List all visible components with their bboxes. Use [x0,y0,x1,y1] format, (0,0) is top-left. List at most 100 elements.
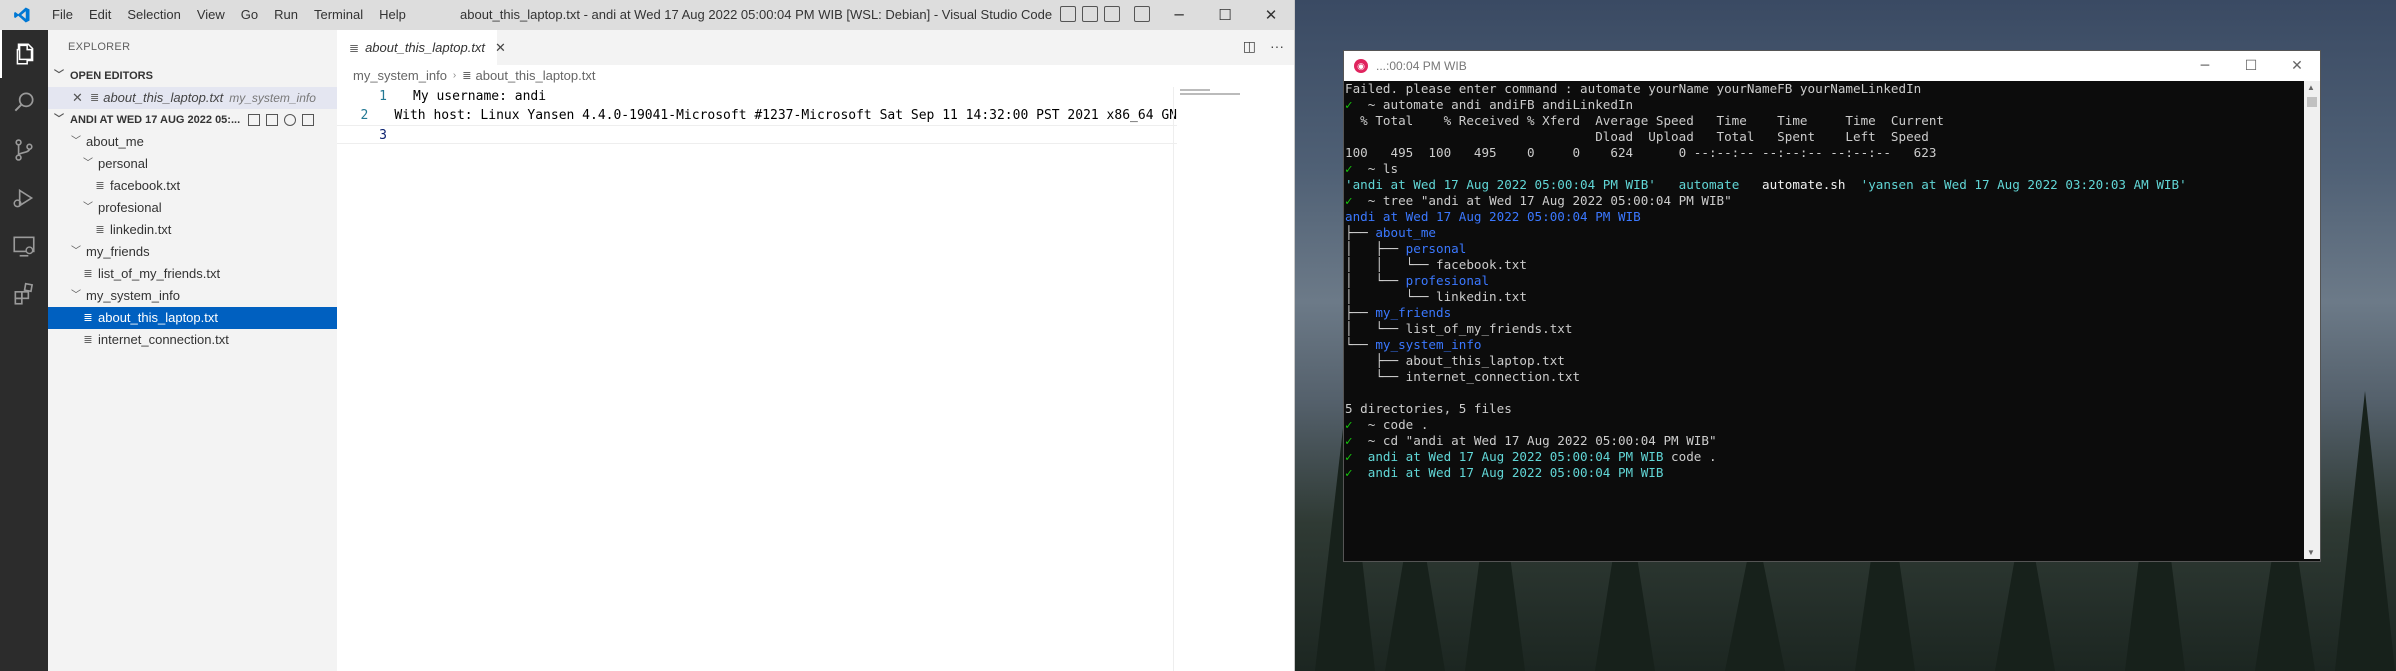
menu-run[interactable]: Run [266,0,306,30]
editor-area: ≣ about_this_laptop.txt ✕ ◫ ··· my_syste… [337,30,1294,671]
terminal-app-icon: ◉ [1354,59,1368,73]
terminal-text: Failed. please enter command : automate … [1345,81,1922,96]
window-controls: ─ ☐ ✕ [1156,0,1294,30]
customize-layout-icon[interactable] [1134,6,1150,22]
menu-file[interactable]: File [44,0,81,30]
extensions-icon[interactable] [0,270,48,318]
close-icon[interactable]: ✕ [72,87,90,109]
search-icon[interactable] [0,78,48,126]
maximize-icon[interactable]: ☐ [1202,0,1248,30]
scrollbar-thumb[interactable] [2307,97,2317,107]
menu-selection[interactable]: Selection [119,0,188,30]
editor-tab[interactable]: ≣ about_this_laptop.txt ✕ [337,30,506,65]
run-debug-icon[interactable] [0,174,48,222]
terminal-line: ├── about_me [1345,225,2305,241]
menu-edit[interactable]: Edit [81,0,119,30]
collapse-all-icon[interactable] [302,114,315,126]
menu-go[interactable]: Go [233,0,266,30]
code-line[interactable]: 1 My username: andi [337,87,1177,106]
line-number: 1 [379,89,387,104]
tree-file[interactable]: ≣ list_of_my_friends.txt [48,263,337,285]
toggle-secondary-sidebar-icon[interactable] [1104,6,1120,22]
terminal-line: ✓ ~ tree "andi at Wed 17 Aug 2022 05:00:… [1345,193,2305,209]
open-editor-desc: my_system_info [229,91,316,105]
terminal-output[interactable]: Failed. please enter command : automate … [1344,81,2305,559]
breadcrumb: my_system_info › ≣ about_this_laptop.txt [337,65,1294,87]
terminal-title: ...:00:04 PM WIB [1376,59,1467,73]
refresh-icon[interactable] [284,114,297,126]
code-editor[interactable]: 1 My username: andi 2 With host: Linux Yans… [337,87,1177,144]
folder-toolbar [248,114,315,126]
minimize-icon[interactable]: ─ [2182,51,2228,81]
menu-view[interactable]: View [189,0,233,30]
tree-file[interactable]: ≣ facebook.txt [48,175,337,197]
terminal-text: ~ cd "andi at Wed 17 Aug 2022 05:00:04 P… [1352,433,1717,448]
terminal-line: % Total % Received % Xferd Average Speed… [1345,113,2305,129]
open-editor-item[interactable]: ✕ ≣ about_this_laptop.txt my_system_info [48,87,337,109]
terminal-scrollbar[interactable]: ▲ ▼ [2304,81,2320,559]
more-actions-icon[interactable]: ··· [1270,38,1284,55]
tree-label: linkedin.txt [110,222,172,237]
scroll-down-icon[interactable]: ▼ [2307,548,2315,557]
terminal-line: │ └── list_of_my_friends.txt [1345,321,2305,337]
tree-folder[interactable]: ﹀ my_friends [48,241,337,263]
new-folder-icon[interactable] [266,114,279,126]
open-editors-section[interactable]: ﹀ OPEN EDITORS [48,65,337,87]
prompt-check-icon: ✓ [1345,465,1353,480]
tree-folder[interactable]: ﹀ about_me [48,131,337,153]
workspace-folder-section[interactable]: ﹀ ANDI AT WED 17 AUG 2022 05:... [48,109,337,131]
code-line[interactable]: 3 [337,125,1177,144]
terminal-line: └── my_system_info [1345,337,2305,353]
toggle-panel-icon[interactable] [1082,6,1098,22]
file-icon: ≣ [83,312,93,324]
tree-label: personal [98,156,148,171]
workspace-folder-label: ANDI AT WED 17 AUG 2022 05:... [70,114,241,126]
close-icon[interactable]: ✕ [1248,0,1294,30]
file-icon: ≣ [83,268,93,280]
line-text: With host: Linux Yansen 4.4.0-19041-Micr… [394,108,1177,123]
maximize-icon[interactable]: ☐ [2228,51,2274,81]
chevron-down-icon: ﹀ [71,290,81,301]
split-editor-icon[interactable]: ◫ [1243,38,1256,55]
minimize-icon[interactable]: ─ [1156,0,1202,30]
terminal-text: 100 495 100 495 0 0 624 0 --:--:-- --:--… [1345,145,1937,160]
chevron-down-icon: ﹀ [71,246,81,257]
tree-folder[interactable]: ﹀ profesional [48,197,337,219]
vscode-logo-icon [0,0,44,30]
remote-explorer-icon[interactable] [0,222,48,270]
terminal-text: ~ tree "andi at Wed 17 Aug 2022 05:00:04… [1352,193,1732,208]
tree-folder[interactable]: ﹀ personal [48,153,337,175]
line-number: 3 [379,128,387,143]
minimap[interactable] [1173,87,1284,671]
scroll-up-icon[interactable]: ▲ [2307,83,2315,92]
breadcrumb-folder[interactable]: my_system_info [353,65,447,87]
chevron-down-icon: ﹀ [54,70,64,81]
menu-help[interactable]: Help [371,0,414,30]
tree-folder[interactable]: ﹀ my_system_info [48,285,337,307]
breadcrumb-file[interactable]: about_this_laptop.txt [475,65,595,87]
tree-file[interactable]: ≣ linkedin.txt [48,219,337,241]
terminal-window-controls: ─ ☐ ✕ [2182,51,2320,81]
terminal-text: profesional [1405,273,1490,288]
explorer-sidebar: EXPLORER ﹀ OPEN EDITORS ✕ ≣ about_this_l… [48,30,337,671]
toggle-primary-sidebar-icon[interactable] [1060,6,1076,22]
terminal-line: └── internet_connection.txt [1345,369,2305,385]
close-icon[interactable]: ✕ [2274,51,2320,81]
terminal-text: my_system_info [1375,337,1482,352]
tree-label: about_this_laptop.txt [98,310,218,325]
source-control-icon[interactable] [0,126,48,174]
tree-file[interactable]: ≣ about_this_laptop.txt [48,307,337,329]
close-tab-icon[interactable]: ✕ [495,40,506,56]
tree-file[interactable]: ≣ internet_connection.txt [48,329,337,351]
terminal-text: │ ├── [1345,241,1406,256]
code-line[interactable]: 2 With host: Linux Yansen 4.4.0-19041-Mic… [337,106,1178,125]
terminal-window: ◉ ...:00:04 PM WIB ─ ☐ ✕ Failed. please … [1343,50,2321,562]
terminal-text: 'andi at Wed 17 Aug 2022 05:00:04 PM WIB… [1345,177,1656,192]
tree-label: internet_connection.txt [98,332,229,347]
terminal-line: ├── about_this_laptop.txt [1345,353,2305,369]
menu-terminal[interactable]: Terminal [306,0,371,30]
chevron-down-icon: ﹀ [71,136,81,147]
new-file-icon[interactable] [248,114,261,126]
terminal-line: 'andi at Wed 17 Aug 2022 05:00:04 PM WIB… [1345,177,2305,193]
explorer-icon[interactable] [0,30,48,78]
